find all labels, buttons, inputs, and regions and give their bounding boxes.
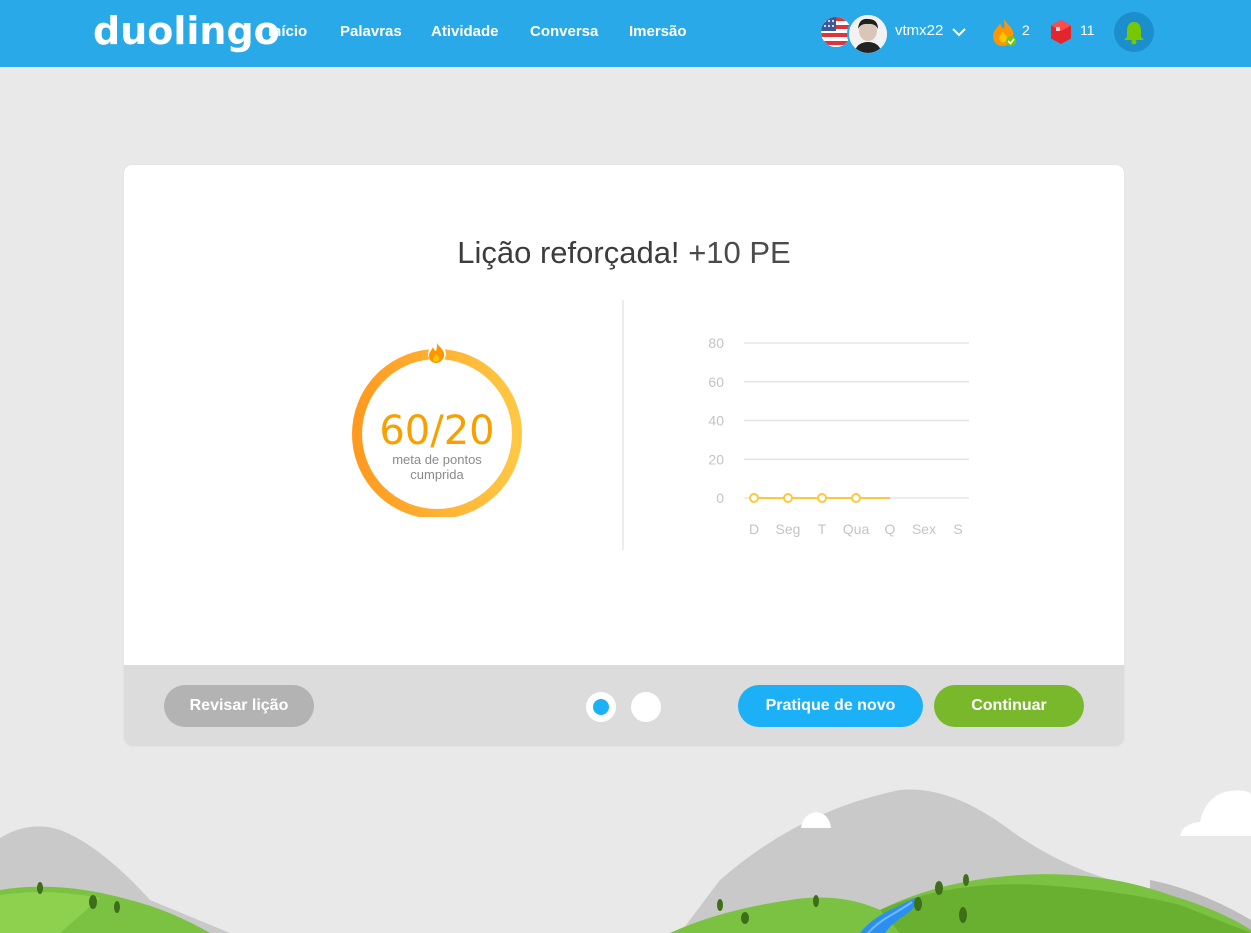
- title-main: Lição reforçada!: [457, 235, 680, 270]
- x-tick-label: Qua: [843, 521, 870, 537]
- goal-label-line1: meta de pontos: [392, 452, 482, 467]
- x-tick-label: S: [953, 521, 962, 537]
- avatar[interactable]: [847, 13, 889, 55]
- streak-count: 2: [1022, 22, 1030, 38]
- page-dot-1[interactable]: [586, 692, 616, 722]
- nav-palavras[interactable]: Palavras: [340, 23, 402, 40]
- page-title: Lição reforçada! +10 PE: [124, 235, 1124, 271]
- flame-icon: [428, 343, 446, 363]
- y-tick-label: 20: [708, 451, 724, 467]
- x-tick-label: D: [749, 521, 759, 537]
- goal-label: meta de pontos cumprida: [362, 452, 512, 482]
- username[interactable]: vtmx22: [895, 22, 943, 39]
- flame-streak-icon[interactable]: [991, 17, 1019, 52]
- xp-data-point: [817, 493, 827, 503]
- top-navigation-bar: duolingo Início Palavras Atividade Conve…: [0, 0, 1251, 67]
- goal-label-line2: cumprida: [410, 467, 464, 482]
- page-dot-2[interactable]: [631, 692, 661, 722]
- title-xp: +10 PE: [688, 235, 791, 270]
- gem-count: 11: [1080, 22, 1095, 38]
- continue-button[interactable]: Continuar: [934, 685, 1084, 727]
- review-lesson-button[interactable]: Revisar lição: [164, 685, 314, 727]
- y-tick-label: 80: [708, 335, 724, 351]
- divider: [622, 300, 624, 550]
- y-tick-label: 0: [716, 490, 724, 506]
- y-tick-label: 60: [708, 374, 724, 390]
- gem-icon[interactable]: [1050, 19, 1072, 50]
- xp-data-point: [783, 493, 793, 503]
- nav-inicio[interactable]: Início: [268, 23, 307, 40]
- x-tick-label: Seg: [776, 521, 801, 537]
- landscape-illustration: [0, 789, 1251, 933]
- lesson-complete-card: Lição reforçada! +10 PE 60/20 meta de po…: [124, 165, 1124, 746]
- nav-atividade[interactable]: Atividade: [431, 23, 499, 40]
- nav-imersao[interactable]: Imersão: [629, 23, 687, 40]
- duolingo-logo[interactable]: duolingo: [93, 9, 280, 53]
- notifications-button[interactable]: [1114, 12, 1154, 52]
- x-tick-label: Sex: [912, 521, 936, 537]
- practice-again-button[interactable]: Pratique de novo: [738, 685, 923, 727]
- card-footer: Revisar lição Pratique de novo Continuar: [124, 665, 1124, 746]
- nav-conversa[interactable]: Conversa: [530, 23, 598, 40]
- goal-value: 60/20: [379, 408, 495, 454]
- xp-data-point: [851, 493, 861, 503]
- xp-data-point: [749, 493, 759, 503]
- y-tick-label: 40: [708, 413, 724, 429]
- weekly-xp-chart: 80 60 40 20 0 D Seg T Qua Q Sex S: [684, 325, 984, 550]
- x-tick-label: T: [818, 521, 827, 537]
- x-tick-label: Q: [885, 521, 896, 537]
- chevron-down-icon[interactable]: [952, 24, 966, 42]
- bell-icon: [1124, 22, 1144, 45]
